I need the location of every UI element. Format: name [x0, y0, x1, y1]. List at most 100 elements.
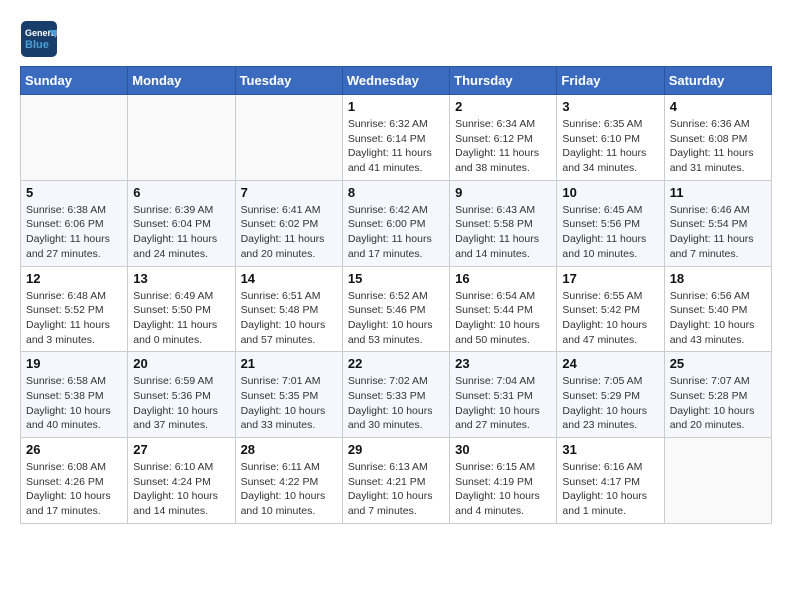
day-cell: 22 Sunrise: 7:02 AM Sunset: 5:33 PM Dayli…: [342, 352, 449, 438]
col-header-monday: Monday: [128, 67, 235, 95]
day-info: Sunrise: 6:46 AM Sunset: 5:54 PM Dayligh…: [670, 203, 766, 262]
day-cell: 26 Sunrise: 6:08 AM Sunset: 4:26 PM Dayli…: [21, 438, 128, 524]
day-info: Sunrise: 6:08 AM Sunset: 4:26 PM Dayligh…: [26, 460, 122, 519]
svg-text:Blue: Blue: [25, 39, 49, 51]
week-row-5: 26 Sunrise: 6:08 AM Sunset: 4:26 PM Dayli…: [21, 438, 772, 524]
day-cell: 27Sunrise: 6:10 AM Sunset: 4:24 PM Dayli…: [128, 438, 235, 524]
day-cell: 15Sunrise: 6:52 AM Sunset: 5:46 PM Dayli…: [342, 266, 449, 352]
day-cell: 18Sunrise: 6:56 AM Sunset: 5:40 PM Dayli…: [664, 266, 771, 352]
day-number: 5: [26, 185, 122, 200]
day-info: Sunrise: 6:41 AM Sunset: 6:02 PM Dayligh…: [241, 203, 337, 262]
day-number: 20: [133, 356, 229, 371]
day-cell: 16 Sunrise: 6:54 AM Sunset: 5:44 PM Dayli…: [450, 266, 557, 352]
col-header-friday: Friday: [557, 67, 664, 95]
day-number: 26: [26, 442, 122, 457]
day-info: Sunrise: 6:51 AM Sunset: 5:48 PM Dayligh…: [241, 289, 337, 348]
day-cell: 5 Sunrise: 6:38 AM Sunset: 6:06 PM Daylig…: [21, 180, 128, 266]
day-number: 8: [348, 185, 444, 200]
day-number: 23: [455, 356, 551, 371]
day-info: Sunrise: 6:48 AM Sunset: 5:52 PM Dayligh…: [26, 289, 122, 348]
week-row-3: 12 Sunrise: 6:48 AM Sunset: 5:52 PM Dayli…: [21, 266, 772, 352]
day-info: Sunrise: 6:42 AM Sunset: 6:00 PM Dayligh…: [348, 203, 444, 262]
day-info: Sunrise: 7:04 AM Sunset: 5:31 PM Dayligh…: [455, 374, 551, 433]
day-number: 27: [133, 442, 229, 457]
day-number: 4: [670, 99, 766, 114]
day-cell: [664, 438, 771, 524]
day-number: 7: [241, 185, 337, 200]
day-info: Sunrise: 6:11 AM Sunset: 4:22 PM Dayligh…: [241, 460, 337, 519]
col-header-thursday: Thursday: [450, 67, 557, 95]
day-info: Sunrise: 6:38 AM Sunset: 6:06 PM Dayligh…: [26, 203, 122, 262]
day-info: Sunrise: 6:49 AM Sunset: 5:50 PM Dayligh…: [133, 289, 229, 348]
day-number: 12: [26, 271, 122, 286]
day-info: Sunrise: 6:13 AM Sunset: 4:21 PM Dayligh…: [348, 460, 444, 519]
calendar-header-row: SundayMondayTuesdayWednesdayThursdayFrid…: [21, 67, 772, 95]
day-number: 25: [670, 356, 766, 371]
week-row-2: 5 Sunrise: 6:38 AM Sunset: 6:06 PM Daylig…: [21, 180, 772, 266]
page-header: General Blue: [20, 20, 772, 58]
day-number: 19: [26, 356, 122, 371]
col-header-wednesday: Wednesday: [342, 67, 449, 95]
day-info: Sunrise: 6:16 AM Sunset: 4:17 PM Dayligh…: [562, 460, 658, 519]
day-cell: 3Sunrise: 6:35 AM Sunset: 6:10 PM Daylig…: [557, 95, 664, 181]
day-cell: 1Sunrise: 6:32 AM Sunset: 6:14 PM Daylig…: [342, 95, 449, 181]
day-info: Sunrise: 6:55 AM Sunset: 5:42 PM Dayligh…: [562, 289, 658, 348]
day-number: 22: [348, 356, 444, 371]
day-cell: 17 Sunrise: 6:55 AM Sunset: 5:42 PM Dayli…: [557, 266, 664, 352]
day-number: 31: [562, 442, 658, 457]
day-number: 24: [562, 356, 658, 371]
day-info: Sunrise: 6:35 AM Sunset: 6:10 PM Dayligh…: [562, 117, 658, 176]
week-row-4: 19 Sunrise: 6:58 AM Sunset: 5:38 PM Dayli…: [21, 352, 772, 438]
day-cell: 12 Sunrise: 6:48 AM Sunset: 5:52 PM Dayli…: [21, 266, 128, 352]
day-number: 14: [241, 271, 337, 286]
day-number: 9: [455, 185, 551, 200]
day-number: 10: [562, 185, 658, 200]
day-info: Sunrise: 6:54 AM Sunset: 5:44 PM Dayligh…: [455, 289, 551, 348]
day-number: 13: [133, 271, 229, 286]
calendar-table: SundayMondayTuesdayWednesdayThursdayFrid…: [20, 66, 772, 524]
day-cell: 20 Sunrise: 6:59 AM Sunset: 5:36 PM Dayli…: [128, 352, 235, 438]
day-info: Sunrise: 6:34 AM Sunset: 6:12 PM Dayligh…: [455, 117, 551, 176]
day-cell: 4 Sunrise: 6:36 AM Sunset: 6:08 PM Daylig…: [664, 95, 771, 181]
day-cell: 24 Sunrise: 7:05 AM Sunset: 5:29 PM Dayli…: [557, 352, 664, 438]
day-cell: [21, 95, 128, 181]
day-cell: [235, 95, 342, 181]
day-info: Sunrise: 6:58 AM Sunset: 5:38 PM Dayligh…: [26, 374, 122, 433]
day-cell: 28 Sunrise: 6:11 AM Sunset: 4:22 PM Dayli…: [235, 438, 342, 524]
day-info: Sunrise: 6:52 AM Sunset: 5:46 PM Dayligh…: [348, 289, 444, 348]
day-info: Sunrise: 6:36 AM Sunset: 6:08 PM Dayligh…: [670, 117, 766, 176]
day-cell: 9Sunrise: 6:43 AM Sunset: 5:58 PM Daylig…: [450, 180, 557, 266]
day-number: 17: [562, 271, 658, 286]
day-cell: 6 Sunrise: 6:39 AM Sunset: 6:04 PM Daylig…: [128, 180, 235, 266]
day-number: 30: [455, 442, 551, 457]
day-cell: 7 Sunrise: 6:41 AM Sunset: 6:02 PM Daylig…: [235, 180, 342, 266]
day-cell: 29 Sunrise: 6:13 AM Sunset: 4:21 PM Dayli…: [342, 438, 449, 524]
day-number: 18: [670, 271, 766, 286]
day-info: Sunrise: 6:39 AM Sunset: 6:04 PM Dayligh…: [133, 203, 229, 262]
day-cell: 2Sunrise: 6:34 AM Sunset: 6:12 PM Daylig…: [450, 95, 557, 181]
day-cell: 23 Sunrise: 7:04 AM Sunset: 5:31 PM Dayli…: [450, 352, 557, 438]
day-cell: [128, 95, 235, 181]
day-cell: 31 Sunrise: 6:16 AM Sunset: 4:17 PM Dayli…: [557, 438, 664, 524]
day-number: 29: [348, 442, 444, 457]
day-number: 28: [241, 442, 337, 457]
day-info: Sunrise: 7:05 AM Sunset: 5:29 PM Dayligh…: [562, 374, 658, 433]
day-cell: 11Sunrise: 6:46 AM Sunset: 5:54 PM Dayli…: [664, 180, 771, 266]
day-number: 16: [455, 271, 551, 286]
day-cell: 8 Sunrise: 6:42 AM Sunset: 6:00 PM Daylig…: [342, 180, 449, 266]
day-info: Sunrise: 7:02 AM Sunset: 5:33 PM Dayligh…: [348, 374, 444, 433]
day-info: Sunrise: 7:07 AM Sunset: 5:28 PM Dayligh…: [670, 374, 766, 433]
logo: General Blue: [20, 20, 62, 58]
day-cell: 14 Sunrise: 6:51 AM Sunset: 5:48 PM Dayli…: [235, 266, 342, 352]
day-cell: 30 Sunrise: 6:15 AM Sunset: 4:19 PM Dayli…: [450, 438, 557, 524]
day-cell: 10Sunrise: 6:45 AM Sunset: 5:56 PM Dayli…: [557, 180, 664, 266]
day-cell: 19 Sunrise: 6:58 AM Sunset: 5:38 PM Dayli…: [21, 352, 128, 438]
week-row-1: 1Sunrise: 6:32 AM Sunset: 6:14 PM Daylig…: [21, 95, 772, 181]
day-cell: 21Sunrise: 7:01 AM Sunset: 5:35 PM Dayli…: [235, 352, 342, 438]
col-header-tuesday: Tuesday: [235, 67, 342, 95]
day-info: Sunrise: 6:15 AM Sunset: 4:19 PM Dayligh…: [455, 460, 551, 519]
day-info: Sunrise: 6:32 AM Sunset: 6:14 PM Dayligh…: [348, 117, 444, 176]
day-cell: 13 Sunrise: 6:49 AM Sunset: 5:50 PM Dayli…: [128, 266, 235, 352]
day-number: 6: [133, 185, 229, 200]
day-info: Sunrise: 6:59 AM Sunset: 5:36 PM Dayligh…: [133, 374, 229, 433]
